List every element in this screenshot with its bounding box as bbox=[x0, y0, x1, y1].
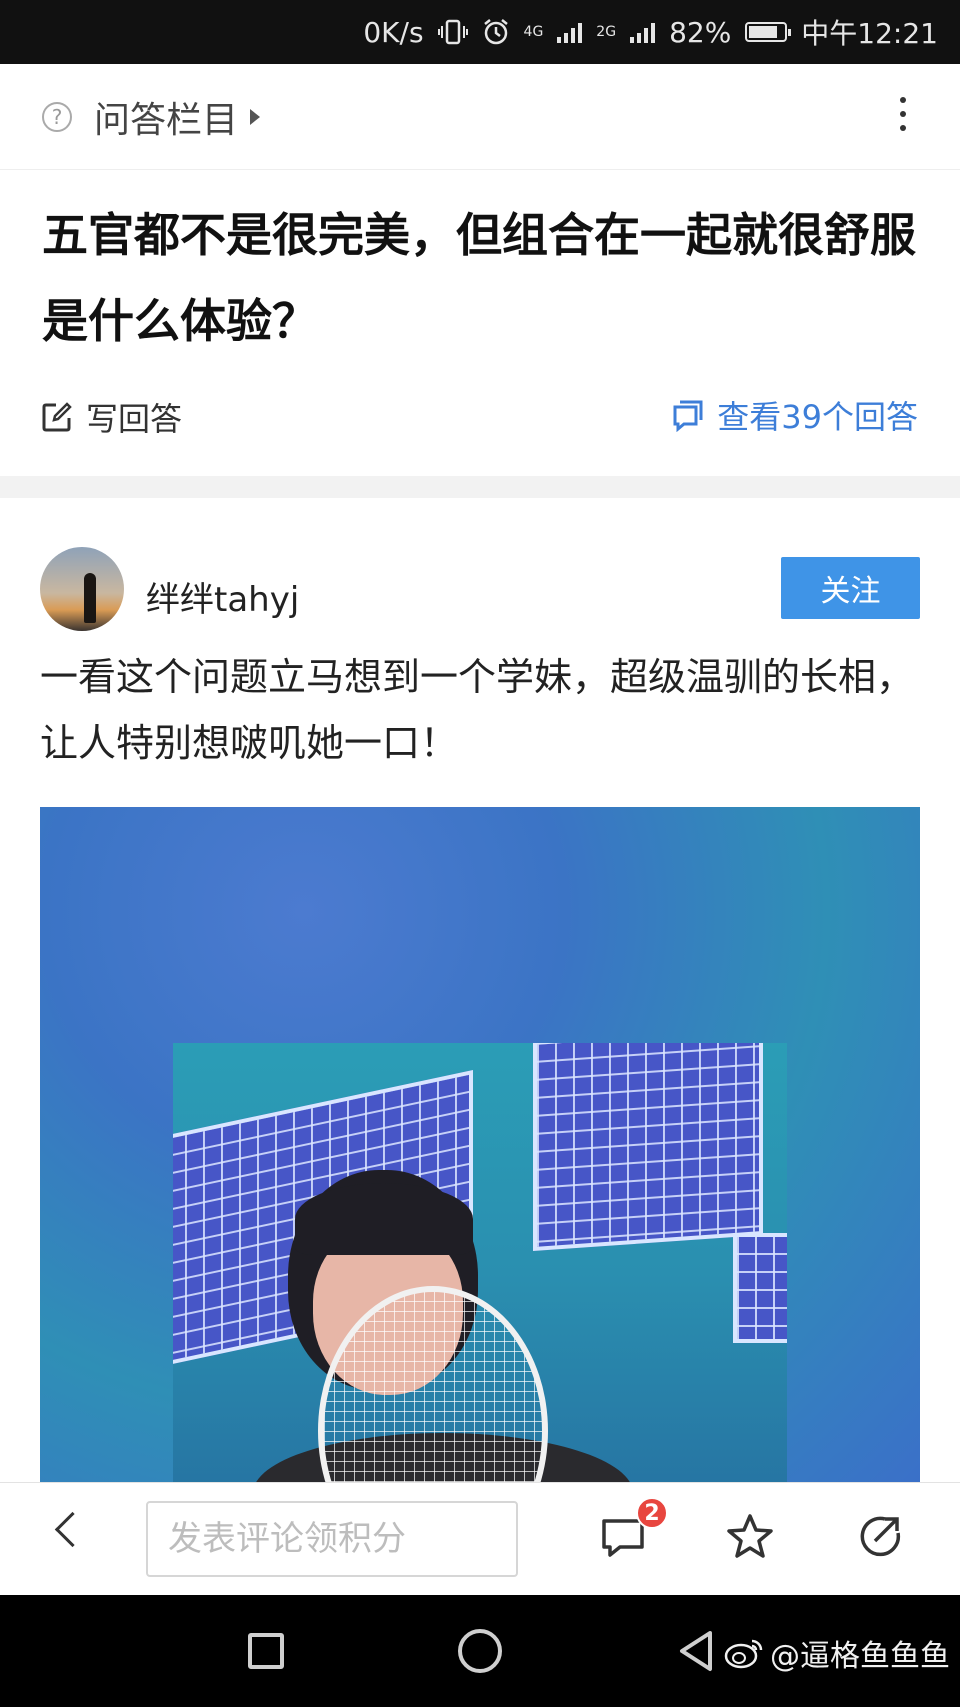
alarm-icon bbox=[483, 19, 508, 45]
vibrate-icon bbox=[437, 19, 468, 45]
write-answer-label: 写回答 bbox=[86, 400, 183, 438]
recent-apps-icon[interactable] bbox=[248, 1633, 284, 1669]
question-card: 五官都不是很完美，但组合在一起就很舒服是什么体验？ 写回答 查看39个回答 bbox=[0, 170, 960, 476]
navigation-bar: @逼格鱼鱼鱼 bbox=[0, 1595, 960, 1707]
battery-fill bbox=[749, 26, 778, 38]
arrow-right-icon[interactable] bbox=[250, 108, 261, 125]
section-header: ? 问答栏目 bbox=[0, 64, 960, 170]
status-bar: 0K/s 4G 2G 82% 中午12:21 bbox=[0, 0, 960, 64]
photo-content bbox=[173, 1043, 787, 1498]
answer-card: 绊绊tahyj 关注 一看这个问题立马想到一个学妹，超级温驯的长相，让人特别想啵… bbox=[0, 498, 960, 1498]
view-answers-button[interactable]: 查看39个回答 bbox=[671, 392, 918, 438]
view-answers-label: 查看39个回答 bbox=[717, 398, 918, 436]
write-answer-button[interactable]: 写回答 bbox=[40, 394, 182, 440]
section-title[interactable]: 问答栏目 bbox=[94, 91, 238, 143]
question-mark-icon: ? bbox=[42, 101, 72, 132]
question-title: 五官都不是很完美，但组合在一起就很舒服是什么体验？ bbox=[42, 208, 916, 348]
signal-1-icon bbox=[557, 21, 583, 43]
network-type-2: 2G bbox=[596, 24, 617, 40]
network-type-1: 4G bbox=[523, 24, 544, 40]
star-icon[interactable] bbox=[725, 1511, 775, 1561]
network-speed: 0K/s bbox=[363, 15, 424, 49]
comment-input[interactable] bbox=[146, 1501, 518, 1577]
watermark-text: @逼格鱼鱼鱼 bbox=[770, 1639, 950, 1674]
battery-percent: 82% bbox=[669, 15, 732, 49]
comments-icon bbox=[673, 400, 703, 432]
back-nav-icon[interactable] bbox=[674, 1629, 718, 1673]
home-icon[interactable] bbox=[458, 1629, 502, 1673]
answer-text: 一看这个问题立马想到一个学妹，超级温驯的长相，让人特别想啵叽她一口！ bbox=[40, 655, 915, 765]
signal-2-icon bbox=[630, 21, 656, 43]
avatar[interactable] bbox=[40, 547, 124, 631]
follow-button[interactable]: 关注 bbox=[781, 557, 920, 619]
watermark: @逼格鱼鱼鱼 bbox=[724, 1631, 950, 1675]
clock: 中午12:21 bbox=[801, 17, 938, 50]
author-name[interactable]: 绊绊tahyj bbox=[146, 572, 299, 621]
back-icon[interactable] bbox=[54, 1511, 91, 1548]
share-icon[interactable] bbox=[855, 1511, 905, 1561]
edit-icon bbox=[42, 402, 72, 432]
more-options-icon[interactable] bbox=[900, 97, 906, 131]
comment-count-badge: 2 bbox=[636, 1497, 668, 1529]
answer-photo[interactable] bbox=[40, 807, 920, 1498]
battery-icon bbox=[745, 22, 792, 42]
weibo-icon bbox=[724, 1639, 763, 1669]
bottom-toolbar: 2 bbox=[0, 1482, 960, 1595]
